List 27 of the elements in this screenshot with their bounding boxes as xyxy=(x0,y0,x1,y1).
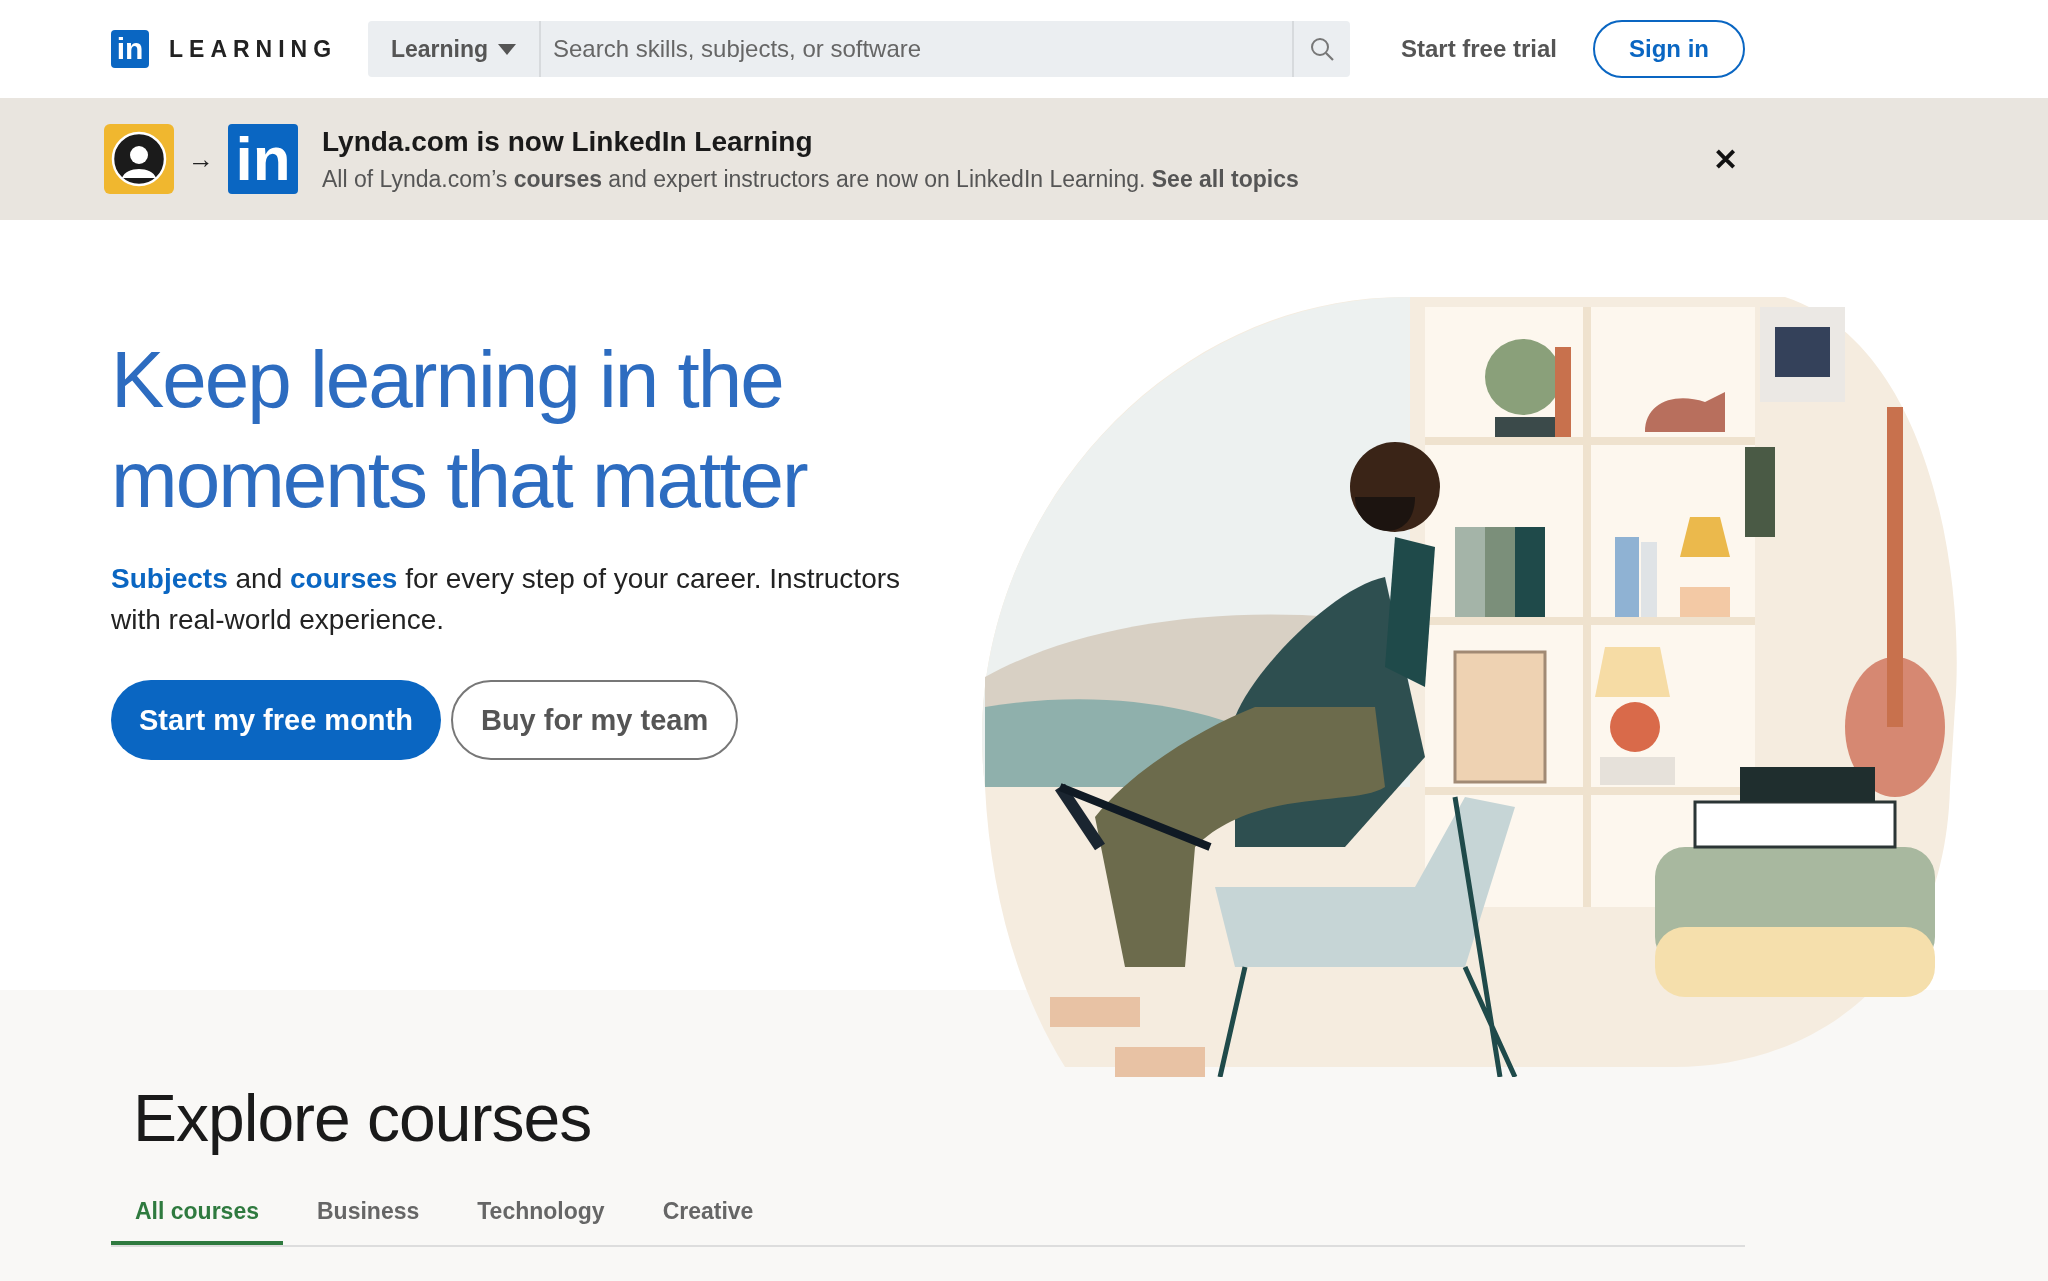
course-tab[interactable]: All courses xyxy=(111,1186,283,1245)
hero-text: Subjects and courses for every step of your career. Instructors with real-world experience. xyxy=(111,562,902,637)
caret-icon xyxy=(498,43,517,55)
arrow-text: → xyxy=(188,143,214,175)
badge-icon xyxy=(104,124,174,194)
inline-link[interactable]: Subjects xyxy=(111,563,228,594)
search-icon xyxy=(1309,36,1335,62)
search-button[interactable] xyxy=(1292,21,1350,77)
start-month-button[interactable]: Start my free month xyxy=(111,680,441,760)
hero-heading: Keep learning in the moments that matter xyxy=(111,334,809,526)
logo-mark: in xyxy=(228,124,298,194)
section-heading: Explore courses xyxy=(132,1080,593,1156)
banner-title: Lynda.com is now LinkedIn Learning xyxy=(322,125,814,158)
see-all-topics-link[interactable]: See all topics xyxy=(1151,165,1299,192)
course-tab[interactable]: Business xyxy=(293,1186,444,1245)
banner-text: All of Lynda.com’s courses and expert instructors are now on LinkedIn Learning. xyxy=(322,165,1146,192)
search-field[interactable]: Search skills, subjects, or software xyxy=(541,21,1292,77)
course-tab[interactable]: Creative xyxy=(638,1186,778,1245)
sign-in-button[interactable]: Sign in xyxy=(1593,20,1745,78)
buy-team-button[interactable]: Buy for my team xyxy=(450,680,739,760)
logo-text[interactable]: LEARNING xyxy=(169,35,338,63)
logo-mark[interactable]: in xyxy=(111,30,149,68)
inline-link[interactable]: courses xyxy=(290,563,398,594)
scope-dropdown[interactable]: Learning xyxy=(368,21,541,77)
course-tab[interactable]: Technology xyxy=(453,1186,629,1245)
close-button[interactable]: ✕ xyxy=(1707,140,1744,178)
start-trial-link[interactable]: Start free trial xyxy=(1400,35,1557,63)
